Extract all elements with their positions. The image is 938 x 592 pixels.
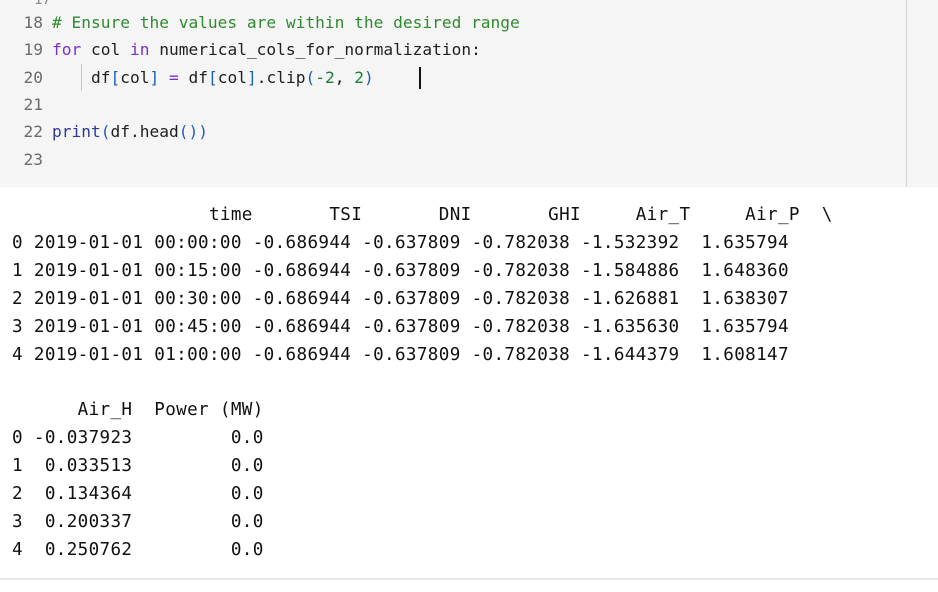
code-line[interactable]: 18 # Ensure the values are within the des…	[0, 9, 520, 36]
output-line: 3 0.200337 0.0	[12, 511, 264, 532]
code-token: ()	[178, 122, 199, 142]
code-token: =	[168, 67, 179, 87]
code-token: ]	[246, 67, 257, 87]
code-token: for	[52, 40, 82, 60]
code-token: col	[120, 67, 150, 87]
code-token: col	[81, 40, 130, 60]
code-token: [	[110, 67, 121, 87]
line-number: 19	[23, 40, 44, 60]
code-cell[interactable]: 17 18 # Ensure the values are within the …	[0, 0, 938, 188]
editor-scroll-border[interactable]	[906, 0, 907, 187]
text-cursor	[419, 67, 421, 89]
code-token: ,	[334, 67, 355, 87]
line-number: 23	[23, 149, 44, 169]
code-token: ]	[149, 67, 160, 87]
code-token: col	[217, 67, 247, 87]
code-token: [	[207, 67, 218, 87]
output-line: 0 -0.037923 0.0	[12, 428, 264, 449]
line-number: 22	[23, 122, 44, 142]
line-number-17: 17	[34, 0, 51, 8]
output-line: 4 2019-01-01 01:00:00 -0.686944 -0.63780…	[12, 344, 789, 365]
output-line: 0 2019-01-01 00:00:00 -0.686944 -0.63780…	[12, 232, 789, 253]
output-line: 1 2019-01-01 00:15:00 -0.686944 -0.63780…	[12, 260, 789, 281]
code-token: numerical_cols_for_normalization:	[149, 40, 481, 60]
cell-divider	[0, 578, 938, 580]
code-token: in	[129, 40, 150, 60]
code-token: df	[178, 67, 208, 87]
code-token: 2	[354, 67, 364, 87]
code-line[interactable]: 21	[0, 91, 52, 118]
output-line: Air_H Power (MW)	[12, 400, 264, 421]
output-line: time TSI DNI GHI Air_T Air_P \	[12, 205, 833, 225]
code-line[interactable]: 20 df[col] = df[col].clip(-2, 2)	[0, 64, 374, 91]
cell-output: time TSI DNI GHI Air_T Air_P \ 0 2019-01-…	[0, 187, 938, 580]
code-token: df.head	[110, 122, 179, 142]
code-line[interactable]: 23	[0, 146, 52, 173]
code-token: )	[198, 122, 208, 142]
code-token: (	[305, 67, 316, 87]
code-token: )	[363, 67, 374, 87]
code-line[interactable]: 22 print(df.head())	[0, 118, 208, 145]
code-token: -2	[315, 67, 335, 87]
code-token: .clip	[256, 67, 306, 87]
code-token: # Ensure the values are within the desir…	[52, 13, 520, 32]
line-number: 20	[23, 67, 44, 87]
output-line: 3 2019-01-01 00:45:00 -0.686944 -0.63780…	[12, 316, 789, 337]
output-line: 2 2019-01-01 00:30:00 -0.686944 -0.63780…	[12, 288, 789, 309]
line-number: 18	[23, 13, 44, 32]
output-line: 4 0.250762 0.0	[12, 539, 264, 560]
code-token: print	[52, 122, 101, 142]
line-number: 21	[23, 94, 44, 114]
output-line: 2 0.134364 0.0	[12, 484, 264, 504]
code-line[interactable]: 19 for col in numerical_cols_for_normaliz…	[0, 36, 481, 63]
output-line: 1 0.033513 0.0	[12, 456, 264, 477]
indent-guide	[81, 64, 82, 91]
